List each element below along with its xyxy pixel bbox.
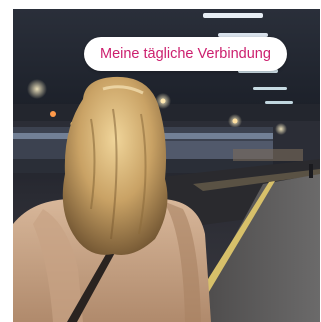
daily-connection-tag: Meine tägliche Verbindung: [84, 37, 287, 71]
hero-card: Meine tägliche Verbindung: [13, 9, 320, 322]
